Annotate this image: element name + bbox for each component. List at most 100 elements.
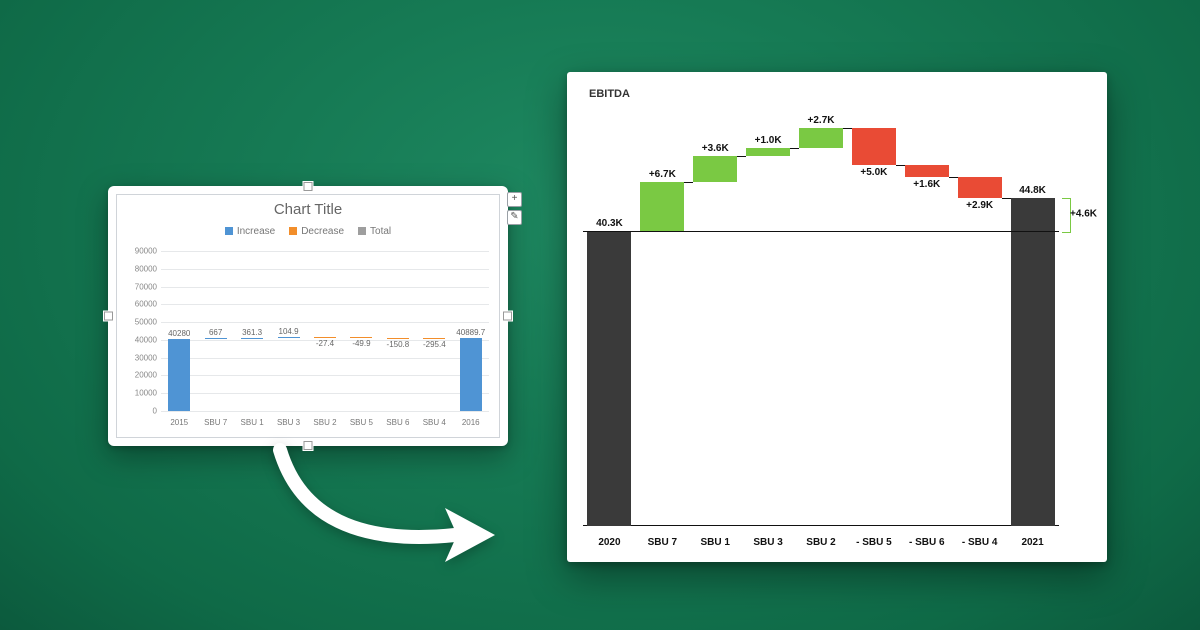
legend-label-decrease: Decrease <box>301 226 344 237</box>
y-tick-label: 50000 <box>117 318 161 327</box>
chart-add-element-button[interactable]: + <box>507 192 522 207</box>
wf-value-label: +3.6K <box>702 143 729 154</box>
bar-2015 <box>168 339 190 411</box>
gridline <box>161 287 489 288</box>
bar-2016 <box>460 338 482 411</box>
legend-item-increase: Increase <box>225 226 275 237</box>
x-tick-label: SBU 2 <box>307 418 343 427</box>
gridline <box>161 269 489 270</box>
gridline <box>161 393 489 394</box>
wf-bar-2020 <box>587 231 631 526</box>
gridline <box>161 251 489 252</box>
ebitda-waterfall-card: EBITDA 40.3K+6.7K+3.6K+1.0K+2.7K+5.0K+1.… <box>567 72 1107 562</box>
wf-value-label: +2.9K <box>966 200 993 211</box>
wf-connector <box>684 182 693 183</box>
y-tick-label: 80000 <box>117 264 161 273</box>
wf-bar-sbu1 <box>693 156 737 182</box>
gridline <box>161 322 489 323</box>
y-tick-label: 60000 <box>117 300 161 309</box>
x-tick-label: 2015 <box>161 418 197 427</box>
bar-SBU 2 <box>314 337 336 338</box>
x-tick-label: SBU 4 <box>416 418 452 427</box>
wf-bar-sbu7 <box>640 182 684 231</box>
wf-value-label: +6.7K <box>649 169 676 180</box>
legend-swatch-increase <box>225 227 233 235</box>
bar-value-label: -49.9 <box>352 339 370 348</box>
y-tick-label: 0 <box>117 407 161 416</box>
x-tick-label: SBU 1 <box>234 418 270 427</box>
chart-style-brush-button[interactable]: ✎ <box>507 210 522 225</box>
legend-label-total: Total <box>370 226 391 237</box>
wf-value-label: 44.8K <box>1019 185 1046 196</box>
gridline <box>161 304 489 305</box>
wf-connector <box>843 128 852 129</box>
wf-bar--sbu6 <box>905 165 949 177</box>
legend-swatch-decrease <box>289 227 297 235</box>
y-tick-label: 70000 <box>117 282 161 291</box>
y-tick-label: 40000 <box>117 335 161 344</box>
wf-x-tick-label: - SBU 5 <box>847 537 900 548</box>
wf-bar-2021 <box>1011 198 1055 526</box>
excel-plot-area: 0100002000030000400005000060000700008000… <box>161 251 489 411</box>
bar-SBU 3 <box>278 337 300 338</box>
resize-handle-north[interactable] <box>304 182 313 191</box>
x-tick-label: SBU 7 <box>197 418 233 427</box>
bar-SBU 5 <box>350 337 372 338</box>
y-tick-label: 20000 <box>117 371 161 380</box>
bar-value-label: 40889.7 <box>456 328 485 337</box>
wf-x-tick-label: - SBU 4 <box>953 537 1006 548</box>
excel-chart-card: + ✎ Chart Title Increase Decrease Total … <box>108 186 508 446</box>
legend-swatch-total <box>358 227 366 235</box>
bar-value-label: -27.4 <box>316 339 334 348</box>
bar-SBU 6 <box>387 338 409 339</box>
wf-value-label: +1.0K <box>755 135 782 146</box>
wf-x-tick-label: - SBU 6 <box>900 537 953 548</box>
wf-bar--sbu5 <box>852 128 896 165</box>
wf-x-tick-label: SBU 1 <box>689 537 742 548</box>
wf-bar-sbu3 <box>746 148 790 155</box>
bar-value-label: 104.9 <box>279 327 299 336</box>
bar-value-label: 40280 <box>168 329 190 338</box>
y-tick-label: 10000 <box>117 389 161 398</box>
gridline <box>161 375 489 376</box>
bar-SBU 1 <box>241 338 263 339</box>
wf-connector <box>790 148 799 149</box>
wf-x-tick-label: SBU 7 <box>636 537 689 548</box>
x-tick-label: SBU 6 <box>380 418 416 427</box>
wf-connector <box>1002 198 1011 199</box>
ebitda-plot-area: 40.3K+6.7K+3.6K+1.0K+2.7K+5.0K+1.6K+2.9K… <box>583 116 1059 526</box>
excel-x-axis: 2015SBU 7SBU 1SBU 3SBU 2SBU 5SBU 6SBU 42… <box>161 418 489 427</box>
wf-bar--sbu4 <box>958 177 1002 198</box>
ebitda-baseline <box>583 525 1059 526</box>
wf-connector <box>896 165 905 166</box>
ebitda-chart-title: EBITDA <box>589 88 630 100</box>
legend-item-total: Total <box>358 226 391 237</box>
y-tick-label: 90000 <box>117 247 161 256</box>
bar-value-label: -150.8 <box>387 340 410 349</box>
chart-title[interactable]: Chart Title <box>117 201 499 218</box>
x-tick-label: 2016 <box>453 418 489 427</box>
x-tick-label: SBU 3 <box>270 418 306 427</box>
wf-value-label: +5.0K <box>860 167 887 178</box>
bar-value-label: 361.3 <box>242 328 262 337</box>
x-tick-label: SBU 5 <box>343 418 379 427</box>
wf-value-label: +2.7K <box>808 115 835 126</box>
legend-item-decrease: Decrease <box>289 226 344 237</box>
wf-difference-label: +4.6K <box>1070 209 1097 220</box>
gridline <box>161 411 489 412</box>
bar-SBU 4 <box>423 338 445 339</box>
bar-value-label: -295.4 <box>423 340 446 349</box>
wf-x-tick-label: 2020 <box>583 537 636 548</box>
wf-value-label: 40.3K <box>596 218 623 229</box>
legend-label-increase: Increase <box>237 226 275 237</box>
bar-value-label: 667 <box>209 328 222 337</box>
resize-handle-east[interactable] <box>503 312 512 321</box>
wf-x-tick-label: SBU 2 <box>795 537 848 548</box>
wf-connector <box>949 177 958 178</box>
chart-legend: Increase Decrease Total <box>117 226 499 237</box>
resize-handle-west[interactable] <box>104 312 113 321</box>
gridline <box>161 358 489 359</box>
wf-x-tick-label: 2021 <box>1006 537 1059 548</box>
excel-chart-canvas[interactable]: Chart Title Increase Decrease Total 0100… <box>116 194 500 438</box>
wf-connector <box>737 156 746 157</box>
